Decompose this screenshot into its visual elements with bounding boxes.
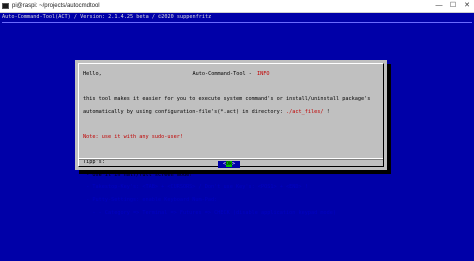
tip-keys: - Takestop-Key's: <TAB> + <CURSORS> / Do… bbox=[83, 184, 308, 191]
ok-button[interactable]: <Ok> bbox=[218, 161, 240, 168]
act-files-directory: ./act_files/ bbox=[286, 108, 324, 115]
sudo-note: Note: use it with any sudo-user! bbox=[83, 133, 183, 140]
close-button[interactable]: ✕ bbox=[460, 0, 474, 12]
dialog-separator bbox=[79, 158, 383, 160]
text-blank-2 bbox=[83, 121, 379, 127]
text-blank-1 bbox=[83, 84, 379, 90]
info-dialog: Auto-Command-Tool - INFO Hello, this too… bbox=[75, 60, 387, 216]
window-title: pi@raspi: ~/projects/autocmdtool bbox=[12, 3, 100, 9]
header-divider bbox=[2, 22, 472, 23]
text-blank-3 bbox=[83, 147, 379, 153]
dialog-body: Hello, this tool makes it easier for you… bbox=[83, 71, 379, 216]
text-hello: Hello, bbox=[83, 71, 102, 77]
ok-bracket-right: > bbox=[232, 161, 236, 167]
text-description-2-post: ! bbox=[323, 108, 330, 115]
maximize-button[interactable]: ☐ bbox=[446, 0, 460, 12]
text-description-2: automatically by using configuration-fil… bbox=[83, 109, 379, 115]
minimize-button[interactable]: — bbox=[432, 0, 446, 12]
text-description-2-pre: automatically by using configuration-fil… bbox=[83, 108, 287, 115]
tip-screen-mode: - Use it in half/full screen mode! bbox=[83, 171, 193, 178]
app-header-line: Auto-Command-Tool(ACT) / Version: 2.1.4.… bbox=[2, 14, 212, 20]
text-description-1: this tool makes it easier for you to exe… bbox=[83, 96, 371, 103]
tip-putty-settings: - Putty-Settings: enable Keyboard Num-Pa… bbox=[83, 196, 218, 203]
window-title-bar[interactable]: pi@raspi: ~/projects/autocmdtool — ☐ ✕ bbox=[0, 0, 474, 13]
tip-putty-category: - - Category => Terminal => Futures => C… bbox=[83, 209, 336, 216]
terminal-app-icon bbox=[2, 3, 9, 9]
